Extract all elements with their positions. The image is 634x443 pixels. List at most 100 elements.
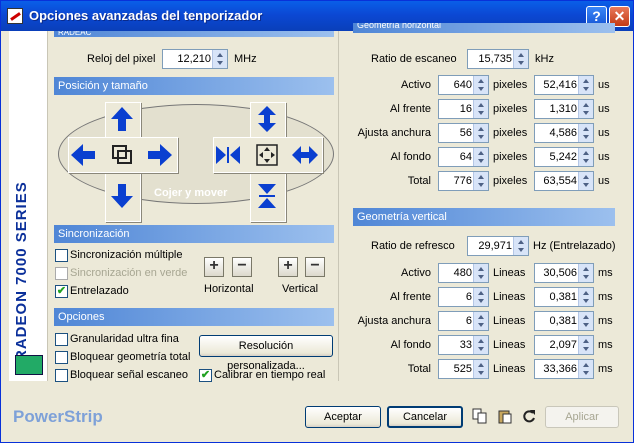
spinner-arrows-icon[interactable] bbox=[473, 172, 488, 190]
geometry-right-value: 33,366 bbox=[543, 363, 577, 375]
ultra-fine-checkbox[interactable] bbox=[55, 333, 68, 346]
pixel-clock-label: Reloj del pixel bbox=[87, 53, 156, 65]
custom-resolution-button[interactable]: Resolución personalizada... bbox=[199, 335, 333, 372]
spinner-arrows-icon[interactable] bbox=[578, 312, 593, 330]
spinner-arrows-icon[interactable] bbox=[578, 148, 593, 166]
horizontal-minus-button[interactable]: − bbox=[232, 257, 252, 277]
refresh-rate-spinner[interactable]: 29,971 bbox=[467, 236, 529, 256]
scan-rate-value: 15,735 bbox=[478, 53, 512, 65]
lock-geometry-checkbox[interactable] bbox=[55, 351, 68, 364]
multi-sync-label: Sincronización múltiple bbox=[70, 249, 183, 261]
geometry-right-spinner[interactable]: 52,416 bbox=[534, 75, 594, 95]
geometry-right-spinner[interactable]: 30,506 bbox=[534, 263, 594, 283]
geometry-right-spinner[interactable]: 0,381 bbox=[534, 311, 594, 331]
spinner-arrows-icon[interactable] bbox=[473, 360, 488, 378]
spinner-arrows-icon[interactable] bbox=[212, 50, 227, 68]
geometry-left-spinner[interactable]: 6 bbox=[438, 311, 489, 331]
pixel-clock-spinner[interactable]: 12,210 bbox=[162, 49, 228, 69]
realtime-calibrate-checkbox[interactable]: ✔ bbox=[199, 369, 212, 382]
spinner-arrows-icon[interactable] bbox=[513, 50, 528, 68]
geometry-right-unit: us bbox=[598, 103, 610, 115]
spinner-arrows-icon[interactable] bbox=[578, 76, 593, 94]
lock-scan-label: Bloquear señal escaneo bbox=[70, 369, 189, 381]
pixel-clock-value: 12,210 bbox=[177, 53, 211, 65]
geometry-right-value: 2,097 bbox=[549, 339, 577, 351]
geometry-right-value: 4,586 bbox=[549, 127, 577, 139]
paste-icon[interactable] bbox=[497, 408, 513, 424]
spinner-arrows-icon[interactable] bbox=[578, 360, 593, 378]
geometry-row-label: Activo bbox=[401, 267, 431, 279]
window-center-icon bbox=[108, 141, 136, 169]
apply-button[interactable]: Aplicar bbox=[545, 406, 619, 428]
geometry-left-unit: pixeles bbox=[493, 175, 528, 187]
geometry-left-unit: Lineas bbox=[493, 339, 526, 351]
vertical-plus-button[interactable]: + bbox=[278, 257, 298, 277]
vertical-sync-label: Vertical bbox=[282, 283, 319, 295]
position-size-pad: Cojer y mover bbox=[58, 94, 334, 222]
geometry-right-spinner[interactable]: 63,554 bbox=[534, 171, 594, 191]
shrink-horizontal-icon[interactable] bbox=[214, 141, 242, 169]
geometry-left-spinner[interactable]: 33 bbox=[438, 335, 489, 355]
geometry-row-label: Al fondo bbox=[390, 151, 431, 163]
green-sync-checkbox[interactable] bbox=[55, 267, 68, 280]
options-header: Opciones bbox=[54, 308, 334, 326]
geometry-left-unit: Lineas bbox=[493, 291, 526, 303]
scan-rate-spinner[interactable]: 15,735 bbox=[467, 49, 529, 69]
geometry-right-spinner[interactable]: 1,310 bbox=[534, 99, 594, 119]
geometry-right-spinner[interactable]: 2,097 bbox=[534, 335, 594, 355]
arrow-up-icon[interactable] bbox=[108, 105, 136, 133]
geometry-left-spinner[interactable]: 16 bbox=[438, 99, 489, 119]
spinner-arrows-icon[interactable] bbox=[578, 336, 593, 354]
spinner-arrows-icon[interactable] bbox=[473, 100, 488, 118]
arrow-left-icon[interactable] bbox=[69, 141, 97, 169]
spinner-arrows-icon[interactable] bbox=[473, 312, 488, 330]
move-icon[interactable] bbox=[253, 141, 281, 169]
multi-sync-checkbox[interactable] bbox=[55, 249, 68, 262]
geometry-right-spinner[interactable]: 33,366 bbox=[534, 359, 594, 379]
stretch-horizontal-icon[interactable] bbox=[291, 141, 319, 169]
spinner-arrows-icon[interactable] bbox=[578, 288, 593, 306]
spinner-arrows-icon[interactable] bbox=[473, 264, 488, 282]
geometry-left-value: 56 bbox=[459, 127, 472, 139]
geometry-left-spinner[interactable]: 64 bbox=[438, 147, 489, 167]
spinner-arrows-icon[interactable] bbox=[578, 172, 593, 190]
spinner-arrows-icon[interactable] bbox=[473, 336, 488, 354]
arrow-down-icon[interactable] bbox=[108, 182, 136, 210]
interlaced-checkbox[interactable]: ✔ bbox=[55, 285, 68, 298]
cancel-button[interactable]: Cancelar bbox=[387, 406, 463, 428]
sync-header: Sincronización bbox=[54, 225, 334, 243]
spinner-arrows-icon[interactable] bbox=[473, 76, 488, 94]
spinner-arrows-icon[interactable] bbox=[578, 100, 593, 118]
shrink-vertical-icon[interactable] bbox=[253, 182, 281, 210]
geometry-row-label: Total bbox=[407, 175, 431, 187]
stretch-vertical-icon[interactable] bbox=[253, 105, 281, 133]
geometry-left-spinner[interactable]: 480 bbox=[438, 263, 489, 283]
spinner-arrows-icon[interactable] bbox=[473, 148, 488, 166]
spinner-arrows-icon[interactable] bbox=[578, 264, 593, 282]
horizontal-plus-button[interactable]: + bbox=[204, 257, 224, 277]
spinner-arrows-icon[interactable] bbox=[473, 124, 488, 142]
arrow-right-icon[interactable] bbox=[146, 141, 174, 169]
refresh-icon[interactable] bbox=[521, 408, 537, 424]
spinner-arrows-icon[interactable] bbox=[473, 288, 488, 306]
geometry-left-spinner[interactable]: 525 bbox=[438, 359, 489, 379]
spinner-arrows-icon[interactable] bbox=[578, 124, 593, 142]
lock-scan-checkbox[interactable] bbox=[55, 369, 68, 382]
vertical-geometry-header: Geometría vertical bbox=[353, 208, 615, 226]
refresh-rate-unit: Hz (Entrelazado) bbox=[533, 240, 616, 252]
spinner-arrows-icon[interactable] bbox=[513, 237, 528, 255]
geometry-right-spinner[interactable]: 5,242 bbox=[534, 147, 594, 167]
geometry-right-unit: us bbox=[598, 79, 610, 91]
geometry-left-value: 33 bbox=[459, 339, 472, 351]
geometry-left-spinner[interactable]: 640 bbox=[438, 75, 489, 95]
geometry-left-spinner[interactable]: 6 bbox=[438, 287, 489, 307]
geometry-left-spinner[interactable]: 776 bbox=[438, 171, 489, 191]
geometry-right-spinner[interactable]: 0,381 bbox=[534, 287, 594, 307]
geometry-row-label: Al frente bbox=[390, 103, 431, 115]
copy-icon[interactable] bbox=[472, 408, 488, 424]
accept-button[interactable]: Aceptar bbox=[305, 406, 381, 428]
geometry-left-value: 16 bbox=[459, 103, 472, 115]
geometry-right-spinner[interactable]: 4,586 bbox=[534, 123, 594, 143]
geometry-left-spinner[interactable]: 56 bbox=[438, 123, 489, 143]
vertical-minus-button[interactable]: − bbox=[305, 257, 325, 277]
